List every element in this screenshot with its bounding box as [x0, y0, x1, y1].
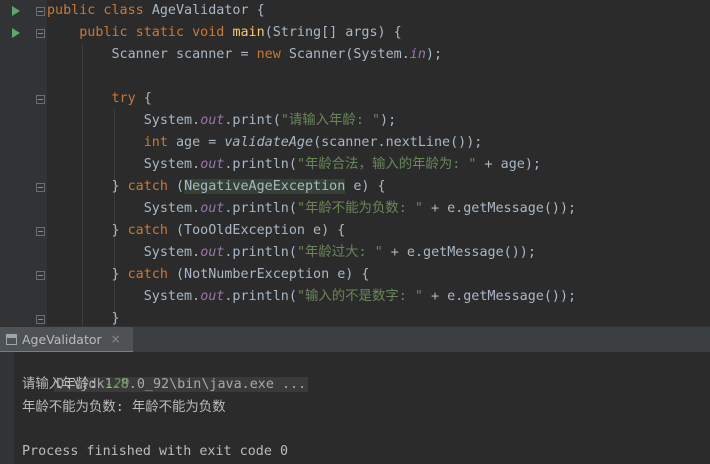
- run-console[interactable]: D:\jdk1.8.0_92\bin\java.exe ... 请输入年龄: -…: [0, 352, 710, 464]
- console-prompt-line: 请输入年龄: -20: [22, 374, 129, 396]
- editor-gutter[interactable]: [0, 0, 47, 326]
- run-tool-window-header: AgeValidator ×: [0, 326, 710, 353]
- code-line[interactable]: System.out.println("年龄过大: " + e.getMessa…: [47, 242, 536, 264]
- code-line[interactable]: System.out.println("年龄不能为负数: " + e.getMe…: [47, 198, 576, 220]
- fold-catch-3-icon[interactable]: [36, 271, 45, 280]
- code-token: out: [200, 289, 225, 304]
- code-token: Scanner scanner =: [47, 47, 257, 62]
- code-token: out: [200, 157, 225, 172]
- fold-try-icon[interactable]: [36, 95, 45, 104]
- code-token: (scanner.nextLine());: [313, 135, 483, 150]
- code-token: System.: [47, 113, 201, 128]
- code-token: System.: [47, 289, 201, 304]
- code-token: "年龄合法，输入的年龄为: ": [296, 157, 477, 172]
- code-token: validateAge: [224, 135, 314, 150]
- code-line[interactable]: System.out.println("年龄合法，输入的年龄为: " + age…: [47, 154, 541, 176]
- code-token: catch: [127, 223, 176, 238]
- code-token: int: [143, 135, 176, 150]
- console-command-line: D:\jdk1.8.0_92\bin\java.exe ...: [22, 352, 309, 392]
- code-token: "请输入年龄: ": [280, 113, 381, 128]
- code-token: public class: [47, 3, 152, 18]
- code-token: .println(: [224, 245, 297, 260]
- code-token: out: [200, 245, 225, 260]
- code-line[interactable]: } catch (TooOldException e) {: [47, 220, 345, 242]
- code-token: + age);: [476, 157, 541, 172]
- code-token: age =: [176, 135, 225, 150]
- code-token: out: [200, 201, 225, 216]
- fold-main-icon[interactable]: [36, 29, 45, 38]
- console-prompt: 请输入年龄:: [22, 377, 106, 392]
- code-token: e) {: [345, 179, 386, 194]
- code-token: Scanner(System.: [288, 47, 410, 62]
- run-main-icon[interactable]: [12, 28, 20, 38]
- console-gutter: [0, 352, 14, 464]
- console-user-input: -20: [105, 377, 130, 392]
- code-editor[interactable]: public class AgeValidator { public stati…: [0, 0, 710, 326]
- code-line[interactable]: try {: [47, 88, 152, 110]
- console-exit-line: Process finished with exit code 0: [22, 444, 289, 459]
- code-token: System.: [47, 157, 201, 172]
- run-console-icon: [6, 333, 17, 345]
- code-line[interactable]: int age = validateAge(scanner.nextLine()…: [47, 132, 483, 154]
- code-token: "年龄不能为负数: ": [296, 201, 423, 216]
- code-token: main: [232, 25, 265, 40]
- code-line[interactable]: }: [47, 308, 120, 326]
- code-token: System.: [47, 245, 201, 260]
- fold-catch-1-icon[interactable]: [36, 183, 45, 192]
- code-line[interactable]: } catch (NegativeAgeException e) {: [47, 176, 386, 198]
- code-token: try: [111, 91, 144, 106]
- code-token: .println(: [224, 201, 297, 216]
- fold-catch-2-icon[interactable]: [36, 227, 45, 236]
- code-token: AgeValidator {: [151, 3, 265, 18]
- code-token: + e.getMessage());: [422, 289, 577, 304]
- close-icon[interactable]: ×: [111, 332, 121, 346]
- run-tab[interactable]: AgeValidator ×: [0, 327, 133, 353]
- code-token: System.: [47, 201, 201, 216]
- code-token: new: [256, 47, 289, 62]
- code-token: .println(: [224, 157, 297, 172]
- code-line[interactable]: Scanner scanner = new Scanner(System.in)…: [47, 44, 442, 66]
- code-token: + e.getMessage());: [382, 245, 536, 260]
- code-token: );: [380, 113, 397, 128]
- code-token: "输入的不是数字: ": [296, 289, 423, 304]
- code-token: + e.getMessage());: [422, 201, 577, 216]
- run-tab-label: AgeValidator: [22, 331, 102, 347]
- code-line[interactable]: public static void main(String[] args) {: [47, 22, 402, 44]
- code-token: catch: [127, 267, 176, 282]
- code-token: (String[] args) {: [264, 25, 402, 40]
- fold-class-icon[interactable]: [36, 7, 45, 16]
- code-line[interactable]: } catch (NotNumberException e) {: [47, 264, 369, 286]
- code-line[interactable]: public class AgeValidator {: [47, 0, 265, 22]
- code-token: "年龄过大: ": [296, 245, 383, 260]
- code-token: (TooOldException e) {: [176, 223, 346, 238]
- code-token: in: [409, 47, 426, 62]
- code-line[interactable]: System.out.print("请输入年龄: ");: [47, 110, 396, 132]
- code-token: (NotNumberException e) {: [176, 267, 370, 282]
- code-token: }: [47, 179, 128, 194]
- code-token: );: [425, 47, 443, 62]
- run-class-icon[interactable]: [12, 6, 20, 16]
- fold-end-icon[interactable]: [36, 315, 45, 324]
- code-token: .print(: [224, 113, 281, 128]
- code-token: catch: [127, 179, 176, 194]
- code-token: }: [47, 223, 128, 238]
- code-token: public static void: [79, 25, 233, 40]
- console-error-line: 年龄不能为负数: 年龄不能为负数: [22, 400, 226, 415]
- code-token: {: [143, 91, 152, 106]
- code-token: NegativeAgeException: [184, 179, 346, 194]
- code-token: .println(: [224, 289, 297, 304]
- code-line[interactable]: System.out.println("输入的不是数字: " + e.getMe…: [47, 286, 576, 308]
- code-token: (: [176, 179, 185, 194]
- code-token: }: [47, 311, 120, 326]
- code-token: out: [200, 113, 225, 128]
- code-token: }: [47, 267, 128, 282]
